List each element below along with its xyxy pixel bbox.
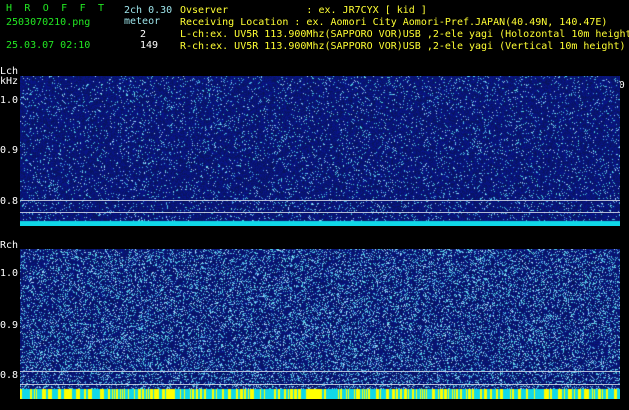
rch-waterfall-canvas bbox=[20, 249, 620, 399]
lch-ref-line-upper bbox=[20, 200, 620, 201]
rch-tick-0.8: 0.8 bbox=[0, 370, 19, 381]
lch-tick-0.9: 0.9 bbox=[0, 145, 19, 156]
meteor-label: meteor bbox=[124, 16, 161, 27]
app-title-letter: F bbox=[61, 3, 68, 14]
lch-waterfall bbox=[20, 76, 620, 226]
app-title-letter: T bbox=[97, 3, 104, 14]
rch-config-line: R-ch:ex. UV5R 113.900Mhz(SAPPORO VOR)USB… bbox=[180, 41, 626, 52]
rch-tick-1.0: 1.0 bbox=[0, 268, 19, 279]
app-title: HROFFT bbox=[6, 3, 116, 14]
unit-label: kHz bbox=[0, 76, 19, 87]
lch-waterfall-canvas bbox=[20, 76, 620, 226]
rch-ref-line-lower bbox=[20, 384, 620, 385]
observer-line: Ovserver : ex. JR7CYX [ kid ] bbox=[180, 5, 427, 16]
filename-label: 2503070210.png bbox=[6, 17, 91, 28]
lch-config-line: L-ch:ex. UV5R 113.900Mhz(SAPPORO VOR)USB… bbox=[180, 29, 629, 40]
lch-tick-0.8: 0.8 bbox=[0, 196, 19, 207]
lch-ref-line-lower bbox=[20, 212, 620, 213]
app-title-letter: O bbox=[42, 3, 49, 14]
app-title-letter: F bbox=[79, 3, 86, 14]
channel-mode-label: 2ch 0.30 bbox=[124, 5, 173, 16]
datetime-label: 25.03.07 02:10 bbox=[6, 40, 91, 51]
rch-ref-line-upper bbox=[20, 371, 620, 372]
app-title-letter: R bbox=[24, 3, 31, 14]
rch-waterfall bbox=[20, 249, 620, 399]
rch-tick-0.9: 0.9 bbox=[0, 320, 19, 331]
rch-count: 149 bbox=[140, 40, 159, 51]
lch-tick-1.0: 1.0 bbox=[0, 95, 19, 106]
rch-label: Rch bbox=[0, 240, 19, 251]
location-line: Receiving Location : ex. Aomori City Aom… bbox=[180, 17, 608, 28]
lch-count: 2 bbox=[140, 29, 147, 40]
app-title-letter: H bbox=[6, 3, 13, 14]
